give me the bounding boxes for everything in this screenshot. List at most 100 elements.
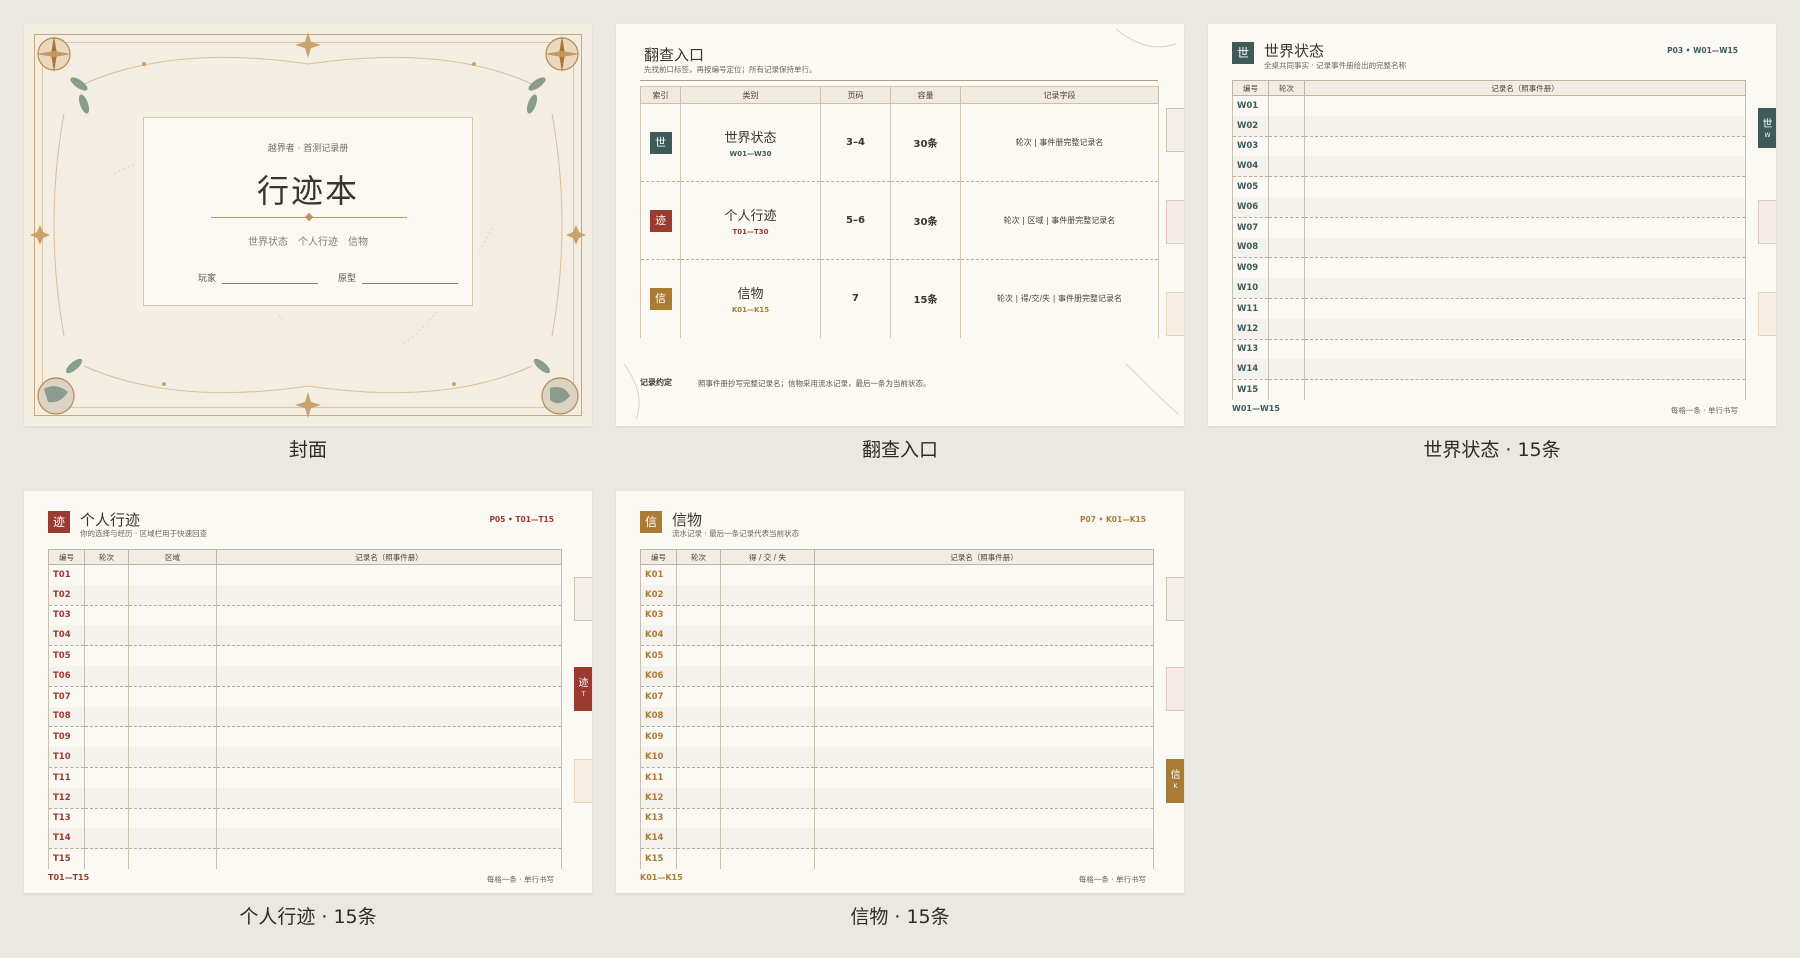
entry-cell[interactable] [814,747,1154,768]
index-card[interactable]: 翻查入口 先找前口标签，再按编号定位；所有记录保持单行。 索引 类别 页码 容量… [616,24,1184,426]
entry-cell[interactable] [84,625,129,647]
entry-cell[interactable] [720,706,815,728]
entry-cell[interactable] [814,686,1154,707]
entry-cell[interactable] [1268,115,1305,137]
entry-cell[interactable] [720,767,815,788]
table-row[interactable]: W12 [1232,318,1746,340]
entry-cell[interactable] [1268,257,1305,279]
entry-cell[interactable] [84,808,129,829]
table-row[interactable]: W10 [1232,278,1746,299]
archetype-field[interactable] [362,283,458,284]
entry-cell[interactable] [676,584,721,606]
entry-cell[interactable] [720,848,815,869]
table-row[interactable]: T10 [48,747,562,768]
entry-cell[interactable] [216,665,562,687]
entry-cell[interactable] [84,584,129,606]
entry-cell[interactable] [1304,339,1746,360]
token-card[interactable]: 信 信物 流水记录 · 最后一条记录代表当前状态 P07 • K01—K15 编… [616,491,1184,893]
entry-cell[interactable] [1268,359,1305,381]
entry-cell[interactable] [1268,379,1305,400]
table-row[interactable]: K01 [640,564,1154,585]
entry-cell[interactable] [84,605,129,626]
entry-cell[interactable] [720,686,815,707]
entry-cell[interactable] [128,564,217,585]
entry-cell[interactable] [814,625,1154,647]
entry-cell[interactable] [128,808,217,829]
entry-cell[interactable] [84,787,129,809]
entry-cell[interactable] [720,726,815,748]
entry-cell[interactable] [1304,115,1746,137]
entry-cell[interactable] [216,848,562,869]
entry-cell[interactable] [1304,237,1746,259]
entry-cell[interactable] [84,848,129,869]
entry-cell[interactable] [216,747,562,768]
entry-cell[interactable] [720,808,815,829]
world-card[interactable]: 世 世界状态 全桌共同事实 · 记录事件册给出的完整名称 P03 • W01—W… [1208,24,1776,426]
entry-cell[interactable] [1304,278,1746,299]
entry-cell[interactable] [128,625,217,647]
entry-cell[interactable] [1304,136,1746,157]
entry-cell[interactable] [216,828,562,850]
entry-cell[interactable] [128,828,217,850]
trail-tile[interactable]: 迹 个人行迹 你的选择与经历 · 区域栏用于快速回查 P05 • T01—T15… [24,491,592,931]
entry-cell[interactable] [814,848,1154,869]
table-row[interactable]: K04 [640,625,1154,647]
entry-cell[interactable] [676,726,721,748]
table-row[interactable]: W01 [1232,95,1746,116]
side-tab-token[interactable] [574,759,592,803]
table-row[interactable]: W09 [1232,257,1746,279]
entry-cell[interactable] [1268,278,1305,299]
table-row[interactable]: W04 [1232,156,1746,178]
side-tab-trail[interactable] [1166,200,1184,244]
entry-cell[interactable] [814,706,1154,728]
table-row[interactable]: T08 [48,706,562,728]
entry-cell[interactable] [814,645,1154,666]
entry-cell[interactable] [84,828,129,850]
side-tab-world-active[interactable]: 世W [1758,108,1776,148]
entry-cell[interactable] [1304,217,1746,238]
table-row[interactable]: T04 [48,625,562,647]
table-row[interactable]: W11 [1232,298,1746,319]
table-row[interactable]: T14 [48,828,562,850]
entry-cell[interactable] [216,686,562,707]
entry-cell[interactable] [814,564,1154,585]
table-row[interactable]: T07 [48,686,562,707]
table-row[interactable]: K15 [640,848,1154,869]
entry-cell[interactable] [1304,196,1746,218]
entry-cell[interactable] [720,787,815,809]
entry-cell[interactable] [720,584,815,606]
entry-cell[interactable] [1268,196,1305,218]
entry-cell[interactable] [128,726,217,748]
table-row[interactable]: T06 [48,665,562,687]
side-tab-world[interactable] [1166,108,1184,152]
entry-cell[interactable] [216,605,562,626]
entry-cell[interactable] [1268,217,1305,238]
index-row-token[interactable]: 信 信物 K01—K15 7 15条 轮次 | 得/交/失 | 事件册完整记录名 [640,259,1159,338]
entry-cell[interactable] [1268,95,1305,116]
entry-cell[interactable] [814,787,1154,809]
entry-cell[interactable] [128,686,217,707]
entry-cell[interactable] [216,625,562,647]
entry-cell[interactable] [720,605,815,626]
entry-cell[interactable] [814,605,1154,626]
side-tab-trail-active[interactable]: 迹T [574,667,592,711]
side-tab-world[interactable] [574,577,592,621]
side-tab-trail[interactable] [1166,667,1184,711]
table-row[interactable]: W14 [1232,359,1746,381]
entry-cell[interactable] [676,564,721,585]
entry-cell[interactable] [128,706,217,728]
entry-cell[interactable] [814,767,1154,788]
table-row[interactable]: T11 [48,767,562,788]
entry-cell[interactable] [1268,298,1305,319]
entry-cell[interactable] [676,787,721,809]
entry-cell[interactable] [676,686,721,707]
entry-cell[interactable] [84,706,129,728]
entry-cell[interactable] [216,564,562,585]
table-row[interactable]: K05 [640,645,1154,666]
entry-cell[interactable] [814,726,1154,748]
entry-cell[interactable] [720,564,815,585]
table-row[interactable]: W13 [1232,339,1746,360]
table-row[interactable]: T13 [48,808,562,829]
entry-cell[interactable] [1268,156,1305,178]
entry-cell[interactable] [676,767,721,788]
